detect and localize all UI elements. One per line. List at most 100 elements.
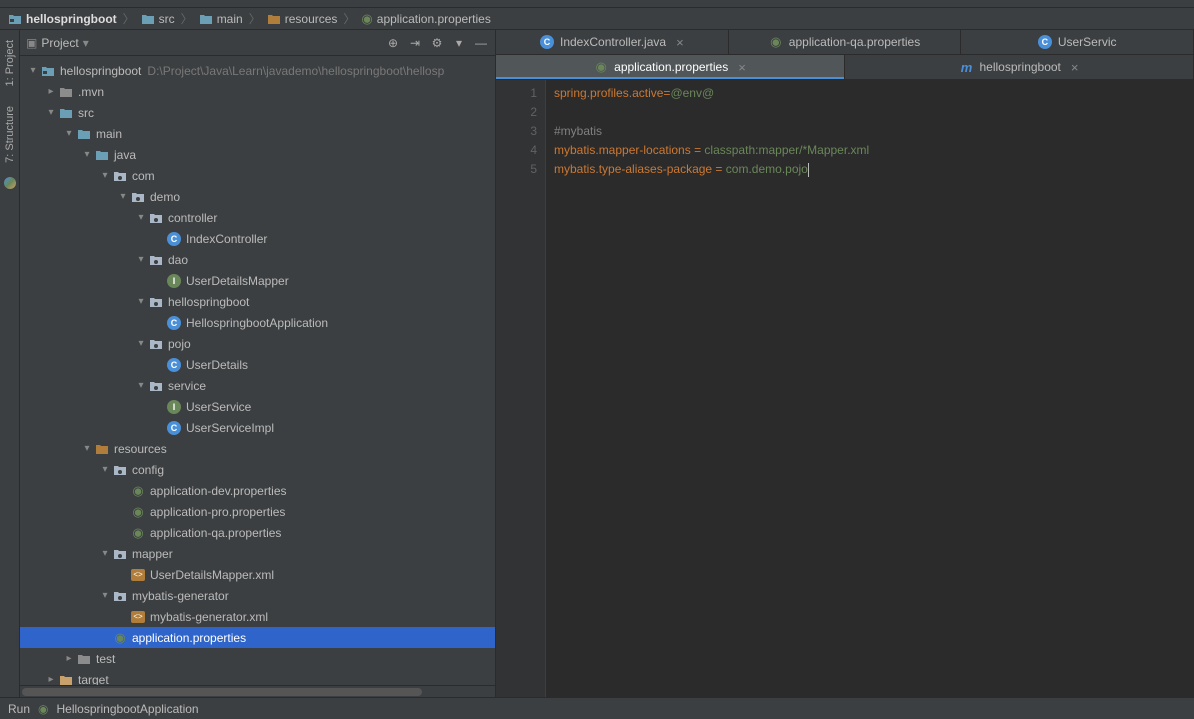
tree-arrow-icon[interactable]: ▾	[80, 149, 94, 160]
project-tree[interactable]: ▾hellospringbootD:\Project\Java\Learn\ja…	[20, 56, 495, 685]
collapse-icon[interactable]: ⇥	[407, 35, 423, 51]
pkg-icon	[130, 189, 146, 205]
tree-label: config	[132, 463, 164, 477]
tree-arrow-icon[interactable]: ▾	[98, 590, 112, 601]
props-icon: ◉	[594, 60, 608, 74]
tree-arrow-icon[interactable]: ▾	[134, 338, 148, 349]
tree-row[interactable]: ▸test	[20, 648, 495, 669]
tree-arrow-icon[interactable]: ▾	[134, 380, 148, 391]
tree-row[interactable]: ▾ mybatis-generator	[20, 585, 495, 606]
rail-tab-project[interactable]: 1: Project	[4, 34, 16, 92]
code-line[interactable]: mybatis.mapper-locations = classpath:map…	[554, 141, 1194, 160]
tree-arrow-icon[interactable]: ▸	[62, 653, 76, 664]
run-label[interactable]: Run	[8, 702, 30, 716]
editor-tab[interactable]: ◉application.properties×	[496, 55, 845, 79]
tree-arrow-icon[interactable]: ▾	[80, 443, 94, 454]
gear-icon[interactable]: ⚙	[429, 35, 445, 51]
tree-row[interactable]: ▸target	[20, 669, 495, 685]
tree-row[interactable]: ▾service	[20, 375, 495, 396]
breadcrumb-item[interactable]: main	[195, 12, 247, 26]
tree-row[interactable]: CUserDetails	[20, 354, 495, 375]
class-c-icon: C	[1038, 35, 1052, 49]
close-icon[interactable]: ×	[738, 60, 746, 75]
code-content[interactable]: spring.profiles.active=@env@ #mybatismyb…	[546, 80, 1194, 697]
chevron-down-icon[interactable]: ▾	[83, 36, 89, 50]
tab-label: hellospringboot	[980, 60, 1061, 74]
tree-label: mapper	[132, 547, 173, 561]
run-config-name[interactable]: HellospringbootApplication	[57, 702, 199, 716]
tree-row[interactable]: ▾src	[20, 102, 495, 123]
pkg-icon	[112, 462, 128, 478]
folder-res-icon	[267, 13, 281, 25]
close-icon[interactable]: ×	[1071, 60, 1079, 75]
tree-label: .mvn	[78, 85, 104, 99]
code-line[interactable]: spring.profiles.active=@env@	[554, 84, 1194, 103]
tree-arrow-icon[interactable]: ▸	[44, 674, 58, 685]
breadcrumb-item[interactable]: resources	[263, 12, 342, 26]
editor-tab[interactable]: mhellospringboot×	[845, 55, 1194, 79]
tree-row[interactable]: CUserServiceImpl	[20, 417, 495, 438]
folder-blue-icon	[94, 147, 110, 163]
tree-row[interactable]: ▸ .mvn	[20, 81, 495, 102]
tree-row[interactable]: ▾pojo	[20, 333, 495, 354]
tree-label: application-qa.properties	[150, 526, 281, 540]
line-number: 1	[496, 84, 537, 103]
tree-arrow-icon[interactable]: ▾	[98, 464, 112, 475]
tree-row[interactable]: ▾ mapper	[20, 543, 495, 564]
tree-label: UserDetailsMapper.xml	[150, 568, 274, 582]
code-editor[interactable]: 12345 spring.profiles.active=@env@ #myba…	[496, 80, 1194, 697]
tree-arrow-icon[interactable]: ▾	[62, 128, 76, 139]
editor-tab[interactable]: CIndexController.java×	[496, 30, 729, 54]
tree-row[interactable]: ▾ hellospringboot	[20, 291, 495, 312]
tree-arrow-icon[interactable]: ▾	[26, 65, 40, 76]
color-ring-icon[interactable]	[4, 177, 16, 189]
tree-arrow-icon[interactable]: ▾	[98, 548, 112, 559]
tree-row[interactable]: ◉application-pro.properties	[20, 501, 495, 522]
tree-row[interactable]: ◉application.properties	[20, 627, 495, 648]
folder-res-icon	[94, 441, 110, 457]
breadcrumb-item[interactable]: hellospringboot	[4, 12, 121, 26]
tree-label: hellospringboot	[168, 295, 249, 309]
chevron-down-icon[interactable]: ▾	[451, 35, 467, 51]
breadcrumb-item[interactable]: ◉application.properties	[357, 11, 494, 27]
tree-row[interactable]: ▾hellospringbootD:\Project\Java\Learn\ja…	[20, 60, 495, 81]
tree-row[interactable]: ▾dao	[20, 249, 495, 270]
rail-tab-structure[interactable]: 7: Structure	[4, 100, 16, 169]
class-c-icon: C	[540, 35, 554, 49]
breadcrumb-item[interactable]: src	[137, 12, 179, 26]
tree-row[interactable]: CIndexController	[20, 228, 495, 249]
tree-arrow-icon[interactable]: ▾	[98, 170, 112, 181]
tree-row[interactable]: IUserService	[20, 396, 495, 417]
tree-row[interactable]: ▾com	[20, 165, 495, 186]
tree-row[interactable]: ▾controller	[20, 207, 495, 228]
tree-row[interactable]: ▾ config	[20, 459, 495, 480]
tree-row[interactable]: ▾main	[20, 123, 495, 144]
tree-row[interactable]: IUserDetailsMapper	[20, 270, 495, 291]
tree-arrow-icon[interactable]: ▾	[44, 107, 58, 118]
code-line[interactable]: mybatis.type-aliases-package = com.demo.…	[554, 160, 1194, 179]
tree-arrow-icon[interactable]: ▾	[134, 212, 148, 223]
editor-tab[interactable]: ◉application-qa.properties	[729, 30, 962, 54]
tree-row[interactable]: ▾resources	[20, 438, 495, 459]
tree-row[interactable]: ▾java	[20, 144, 495, 165]
tree-arrow-icon[interactable]: ▾	[134, 296, 148, 307]
tree-label: mybatis-generator	[132, 589, 229, 603]
horizontal-scrollbar[interactable]	[20, 685, 495, 697]
tree-row[interactable]: ◉application-qa.properties	[20, 522, 495, 543]
tree-arrow-icon[interactable]: ▾	[116, 191, 130, 202]
tree-row[interactable]: ◉application-dev.properties	[20, 480, 495, 501]
class-i-icon: I	[166, 399, 182, 415]
editor-tab[interactable]: CUserServic	[961, 30, 1194, 54]
code-line[interactable]: #mybatis	[554, 122, 1194, 141]
locate-icon[interactable]: ⊕	[385, 35, 401, 51]
code-line[interactable]	[554, 103, 1194, 122]
tree-row[interactable]: <>UserDetailsMapper.xml	[20, 564, 495, 585]
hide-icon[interactable]: —	[473, 35, 489, 51]
tree-row[interactable]: CHellospringbootApplication	[20, 312, 495, 333]
tree-arrow-icon[interactable]: ▸	[44, 86, 58, 97]
close-icon[interactable]: ×	[676, 35, 684, 50]
tree-row[interactable]: ▾demo	[20, 186, 495, 207]
project-title: Project	[41, 36, 78, 50]
tree-arrow-icon[interactable]: ▾	[134, 254, 148, 265]
tree-row[interactable]: <>mybatis-generator.xml	[20, 606, 495, 627]
